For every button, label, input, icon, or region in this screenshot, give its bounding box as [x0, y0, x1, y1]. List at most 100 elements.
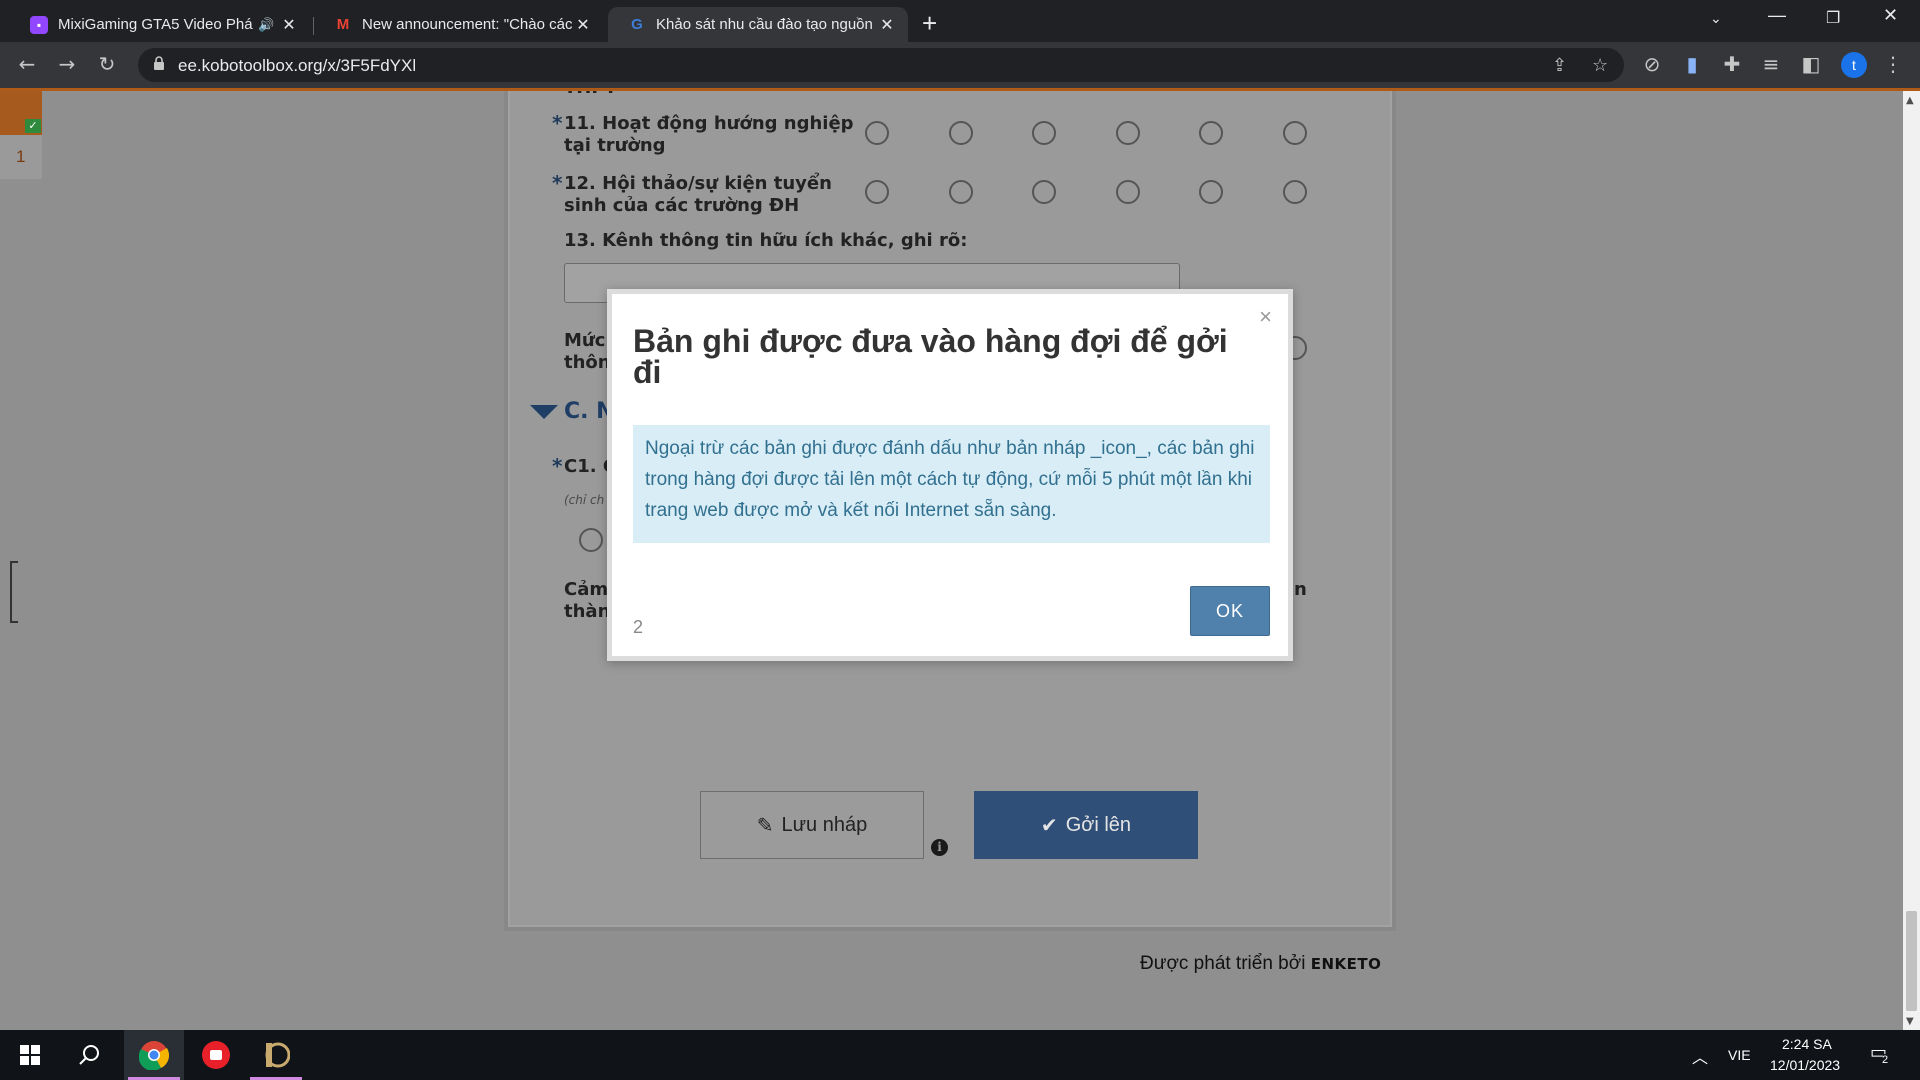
- radio-q12-2[interactable]: [949, 180, 973, 204]
- input-language[interactable]: VIE: [1728, 1047, 1751, 1063]
- tab-title: New announcement: "Chào các e: [362, 16, 574, 33]
- radio-q12-3[interactable]: [1032, 180, 1056, 204]
- new-tab-button[interactable]: +: [922, 8, 937, 39]
- dialog-message: Ngoại trừ các bản ghi được đánh dấu như …: [633, 425, 1270, 543]
- tab-kobo-survey[interactable]: G Khảo sát nhu cầu đào tạo nguồn ✕: [608, 7, 908, 42]
- clock-date[interactable]: 12/01/2023: [1770, 1057, 1840, 1073]
- queue-counter: 1: [16, 147, 26, 166]
- question-label-line: tại trường: [564, 135, 666, 156]
- extensions-puzzle-icon[interactable]: ✚: [1719, 52, 1745, 76]
- start-button[interactable]: [0, 1030, 60, 1080]
- taskbar-garena[interactable]: [186, 1030, 246, 1080]
- pencil-icon: ✎: [756, 814, 774, 837]
- back-icon[interactable]: ←: [14, 52, 40, 76]
- check-icon: ✔: [1040, 814, 1058, 837]
- partial-top-text: THPT: [564, 91, 617, 99]
- question-12-label: 12. Hội thảo/sự kiện tuyển sinh của các …: [564, 173, 832, 217]
- radio-q12-1[interactable]: [865, 180, 889, 204]
- tab-search-icon[interactable]: ⌄: [1710, 10, 1722, 27]
- required-marker: *: [552, 171, 563, 195]
- taskbar-league[interactable]: [246, 1030, 306, 1080]
- submit-button[interactable]: ✔ Gởi lên: [974, 791, 1198, 859]
- dialog-pager: 2: [633, 617, 644, 637]
- scrollbar-thumb[interactable]: [1906, 911, 1917, 1011]
- extension-doc-icon[interactable]: ▮: [1679, 52, 1705, 76]
- gmail-icon: M: [336, 16, 350, 33]
- windows-taskbar: ︿ VIE 2:24 SA 12/01/2023 ▭ 2: [0, 1030, 1920, 1080]
- rating-question-label: Mức thôn: [564, 330, 611, 374]
- lock-icon: [154, 56, 164, 70]
- required-marker: *: [552, 111, 563, 135]
- media-control-icon[interactable]: ≡: [1758, 52, 1784, 76]
- radio-q11-2[interactable]: [949, 121, 973, 145]
- scroll-down-arrow[interactable]: ▼: [1906, 1016, 1914, 1027]
- league-icon: [265, 1042, 290, 1068]
- radio-q11-6[interactable]: [1283, 121, 1307, 145]
- tray-chevron-icon[interactable]: ︿: [1692, 1044, 1708, 1068]
- bookmark-star-icon[interactable]: ☆: [1592, 55, 1608, 76]
- radio-q12-6[interactable]: [1283, 180, 1307, 204]
- radio-q11-1[interactable]: [865, 121, 889, 145]
- queued-record-dialog: × Bản ghi được đưa vào hàng đợi để gởi đ…: [607, 289, 1293, 661]
- reload-icon[interactable]: ↻: [94, 52, 120, 76]
- powered-by: Được phát triển bởi ENKETO: [1140, 953, 1381, 975]
- menu-kebab-icon[interactable]: ⋮: [1880, 52, 1906, 76]
- close-window-button[interactable]: ✕: [1883, 5, 1898, 26]
- search-button[interactable]: [60, 1030, 120, 1080]
- question-label-line: thôn: [564, 352, 611, 373]
- offline-queue-widget[interactable]: ✓ 1: [0, 91, 42, 179]
- clock-time[interactable]: 2:24 SA: [1782, 1036, 1832, 1052]
- url-text: ee.kobotoolbox.org/x/3F5FdYXl: [178, 56, 417, 75]
- enketo-logo[interactable]: ENKETO: [1311, 955, 1382, 973]
- question-label-line: 11. Hoạt động hướng nghiệp: [564, 113, 854, 134]
- radio-q12-5[interactable]: [1199, 180, 1223, 204]
- tab-title: Khảo sát nhu cầu đào tạo nguồn: [656, 16, 873, 33]
- radio-q11-4[interactable]: [1116, 121, 1140, 145]
- kobo-icon: G: [631, 16, 643, 33]
- garena-icon: [202, 1041, 230, 1069]
- profile-avatar[interactable]: t: [1841, 52, 1867, 78]
- tab-gmail[interactable]: M New announcement: "Chào các e ✕: [314, 7, 604, 42]
- question-label-line: sinh của các trường ĐH: [564, 195, 800, 216]
- tab-strip: ▪ MixiGaming GTA5 Video Phá 🔊 ✕ M New an…: [0, 0, 1920, 42]
- save-draft-button[interactable]: ✎ Lưu nháp: [700, 791, 924, 859]
- radio-q11-5[interactable]: [1199, 121, 1223, 145]
- speaker-icon[interactable]: 🔊: [258, 17, 274, 33]
- notification-count: 2: [1882, 1054, 1889, 1066]
- windows-logo-icon: [20, 1045, 40, 1065]
- section-collapse-icon[interactable]: [530, 405, 558, 419]
- extension-compass-icon[interactable]: ⊘: [1639, 52, 1665, 76]
- close-tab-icon[interactable]: ✕: [280, 15, 298, 35]
- search-icon: [79, 1045, 99, 1065]
- radio-q12-4[interactable]: [1116, 180, 1140, 204]
- radio-c1-option[interactable]: [579, 528, 603, 552]
- question-label-line: Mức: [564, 330, 606, 351]
- share-icon[interactable]: ⇪: [1552, 55, 1567, 76]
- close-tab-icon[interactable]: ✕: [574, 15, 592, 35]
- question-13-label: 13. Kênh thông tin hữu ích khác, ghi rõ:: [564, 230, 968, 251]
- forward-icon[interactable]: →: [54, 52, 80, 76]
- thanks-line: thàn: [564, 601, 611, 622]
- taskbar-chrome[interactable]: [124, 1030, 184, 1080]
- thanks-text-tail: n: [1294, 579, 1307, 600]
- side-panel-icon[interactable]: ◧: [1798, 52, 1824, 76]
- question-c1-hint: (chỉ ch: [564, 493, 605, 507]
- scroll-up-arrow[interactable]: ▲: [1906, 95, 1914, 106]
- info-icon[interactable]: i: [931, 839, 948, 856]
- twitch-icon: ▪: [30, 15, 48, 34]
- restore-button[interactable]: ❐: [1826, 8, 1840, 28]
- scrollbar-track[interactable]: [1903, 91, 1920, 1030]
- required-marker: *: [552, 454, 563, 478]
- address-bar[interactable]: ee.kobotoolbox.org/x/3F5FdYXl ⇪ ☆: [138, 48, 1624, 82]
- dialog-title: Bản ghi được đưa vào hàng đợi để gởi đi: [633, 323, 1228, 390]
- question-11-label: 11. Hoạt động hướng nghiệp tại trường: [564, 113, 854, 157]
- submit-label: Gởi lên: [1065, 813, 1132, 836]
- ok-button[interactable]: OK: [1190, 586, 1270, 636]
- question-label-line: 12. Hội thảo/sự kiện tuyển: [564, 173, 832, 194]
- check-icon: ✓: [25, 119, 41, 133]
- minimize-button[interactable]: —: [1768, 5, 1786, 26]
- tab-mixigaming[interactable]: ▪ MixiGaming GTA5 Video Phá 🔊 ✕: [10, 7, 310, 42]
- tab-title: MixiGaming GTA5 Video Phá: [58, 16, 253, 33]
- close-tab-icon[interactable]: ✕: [878, 15, 896, 35]
- radio-q11-3[interactable]: [1032, 121, 1056, 145]
